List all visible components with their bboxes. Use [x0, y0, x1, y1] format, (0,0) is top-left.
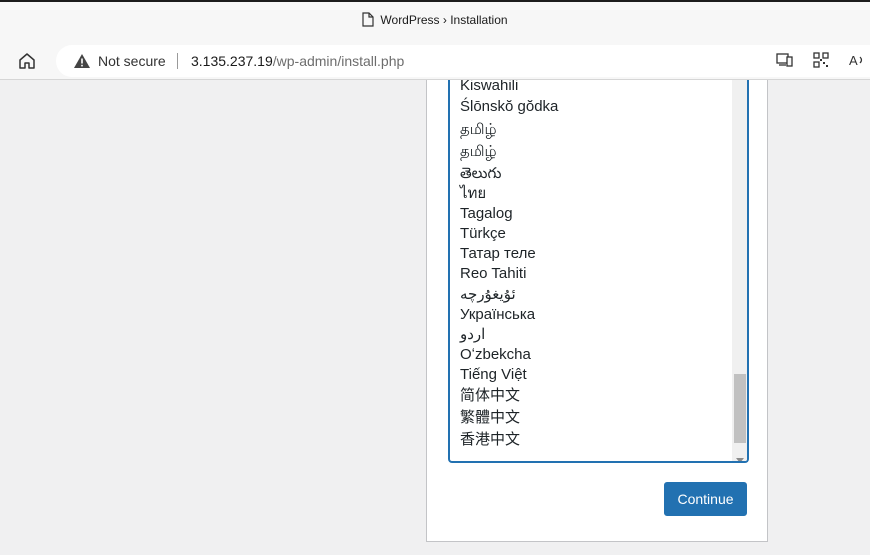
language-option[interactable]: اردو: [460, 325, 558, 345]
browser-title-bar: WordPress › Installation: [0, 0, 870, 42]
read-aloud-icon[interactable]: A: [849, 52, 867, 72]
language-option[interactable]: Tiếng Việt: [460, 365, 558, 385]
scroll-down-icon[interactable]: [736, 448, 744, 461]
language-options: Kiswahili Ślōnskŏ gŏdka தமிழ் தமிழ் తెలుగు ไท…: [460, 80, 558, 451]
language-option[interactable]: తెలుగు: [460, 163, 558, 184]
language-option[interactable]: தமிழ்: [460, 119, 558, 141]
setup-panel: Kiswahili Ślōnskŏ gŏdka தமிழ் தமிழ் తెలుగు ไท…: [426, 80, 768, 542]
scrollbar-thumb[interactable]: [734, 374, 746, 443]
language-option[interactable]: 繁體中文: [460, 407, 558, 429]
devices-icon[interactable]: [776, 52, 794, 72]
browser-toolbar: Not secure 3.135.237.19/wp-admin/install…: [0, 42, 870, 80]
url-text[interactable]: 3.135.237.19/wp-admin/install.php: [191, 53, 404, 69]
language-option[interactable]: ไทย: [460, 184, 558, 204]
tab-title: WordPress › Installation: [380, 13, 508, 28]
language-option[interactable]: Oʻzbekcha: [460, 345, 558, 365]
url-host: 3.135.237.19: [191, 53, 273, 69]
url-path: /wp-admin/install.php: [272, 53, 405, 69]
home-icon: [19, 53, 35, 69]
language-option[interactable]: Kiswahili: [460, 80, 558, 95]
language-option[interactable]: ئۇيغۇرچە: [460, 284, 558, 305]
language-option[interactable]: Reo Tahiti: [460, 264, 558, 284]
language-option[interactable]: 简体中文: [460, 385, 558, 407]
language-option[interactable]: Татар теле: [460, 244, 558, 264]
language-option[interactable]: Ślōnskŏ gŏdka: [460, 95, 558, 119]
security-label[interactable]: Not secure: [98, 53, 166, 69]
qr-code-icon[interactable]: [813, 52, 829, 72]
language-option[interactable]: Tagalog: [460, 204, 558, 224]
home-button[interactable]: [16, 50, 40, 72]
language-select[interactable]: Kiswahili Ślōnskŏ gŏdka தமிழ் தமிழ் తెలుగు ไท…: [448, 80, 749, 463]
language-option[interactable]: Türkçe: [460, 224, 558, 244]
scrollbar[interactable]: [732, 80, 747, 461]
address-divider: [177, 53, 178, 69]
address-bar[interactable]: Not secure 3.135.237.19/wp-admin/install…: [56, 45, 870, 77]
svg-text:A: A: [849, 53, 858, 68]
window-title: WordPress › Installation: [0, 12, 870, 30]
warning-icon[interactable]: [73, 53, 91, 73]
language-option[interactable]: Українська: [460, 305, 558, 325]
page-icon: [362, 12, 375, 30]
language-option[interactable]: தமிழ்: [460, 141, 558, 163]
continue-button[interactable]: Continue: [664, 482, 747, 516]
language-option[interactable]: 香港中文: [460, 429, 558, 451]
